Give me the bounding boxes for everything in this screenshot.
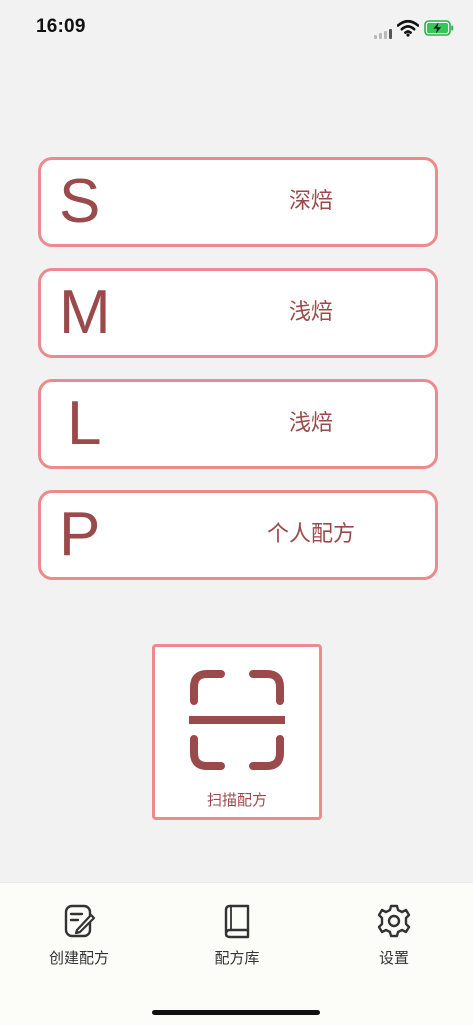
status-bar: 16:09 [0,0,473,56]
tab-settings[interactable]: 设置 [334,883,454,983]
scan-recipe-label: 扫描配方 [206,791,267,809]
tab-bar: 创建配方 配方库 设置 [0,882,473,1025]
roast-option-label: 深焙 [288,189,333,214]
roast-option-label: 浅焙 [288,300,333,325]
home-indicator [152,1010,320,1015]
scan-recipe-button[interactable]: 扫描配方 [152,644,322,820]
roast-option-label: 浅焙 [288,411,333,436]
status-time: 16:09 [36,16,86,37]
tab-recipe-library[interactable]: 配方库 [177,883,297,983]
roast-option-letter: S [59,167,101,236]
roast-option-m[interactable]: M 浅焙 [38,268,438,358]
book-icon [224,904,250,939]
roast-option-letter: L [67,389,102,458]
roast-option-s[interactable]: S 深焙 [38,157,438,247]
roast-option-p[interactable]: P 个人配方 [38,490,438,580]
scan-icon [189,670,285,770]
roast-option-letter: P [59,500,101,569]
wifi-icon [397,19,419,37]
gear-icon [377,904,411,938]
cellular-signal-icon [374,29,392,39]
tab-settings-label: 设置 [378,949,409,967]
tab-create-recipe[interactable]: 创建配方 [19,883,139,983]
roast-option-letter: M [59,278,111,347]
roast-option-label: 个人配方 [266,522,355,547]
tab-create-recipe-label: 创建配方 [48,949,109,967]
tab-recipe-library-label: 配方库 [214,949,260,967]
battery-charging-icon [424,20,454,36]
edit-document-icon [64,904,96,938]
roast-option-l[interactable]: L 浅焙 [38,379,438,469]
